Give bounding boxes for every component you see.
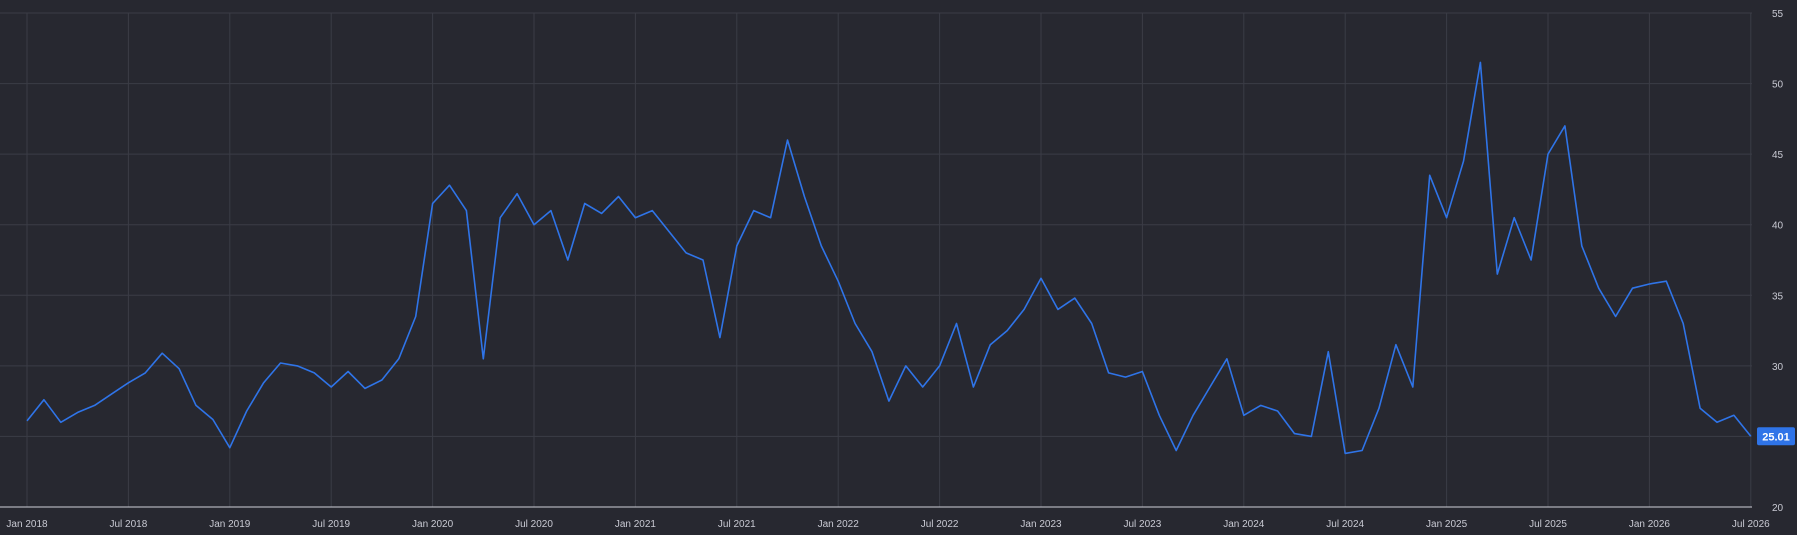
y-tick-label: 20 [1772,503,1784,514]
y-tick-label: 55 [1772,9,1784,20]
price-line-chart: Jan 2018 Jul 2018 Jan 2019 Jul 2019 Jan 2020… [0,0,1797,535]
x-tick-label: Jul 2020 [515,519,553,530]
x-tick-label: Jan 2024 [1223,519,1265,530]
last-value-label: 25.01 [1762,431,1790,443]
x-tick-label: Jul 2026 [1732,519,1770,530]
x-tick-label: Jan 2025 [1426,519,1468,530]
x-tick-label: Jul 2024 [1326,519,1364,530]
y-tick-label: 35 [1772,291,1784,302]
x-tick-label: Jan 2026 [1629,519,1671,530]
x-tick-label: Jan 2020 [412,519,454,530]
x-tick-label: Jan 2023 [1020,519,1062,530]
y-tick-label: 45 [1772,150,1784,161]
x-tick-label: Jan 2019 [209,519,251,530]
x-tick-label: Jul 2021 [718,519,756,530]
x-tick-label: Jul 2023 [1123,519,1161,530]
y-tick-label: 30 [1772,362,1784,373]
last-value-badge: 25.01 [1757,427,1795,446]
x-tick-label: Jul 2022 [921,519,959,530]
x-tick-label: Jul 2019 [312,519,350,530]
x-tick-label: Jul 2018 [109,519,147,530]
chart-background [0,0,1797,535]
y-tick-label: 40 [1772,221,1784,232]
x-tick-label: Jan 2022 [818,519,860,530]
x-tick-label: Jul 2025 [1529,519,1567,530]
x-tick-label: Jan 2021 [615,519,657,530]
x-tick-label: Jan 2018 [6,519,48,530]
y-tick-label: 50 [1772,80,1784,91]
